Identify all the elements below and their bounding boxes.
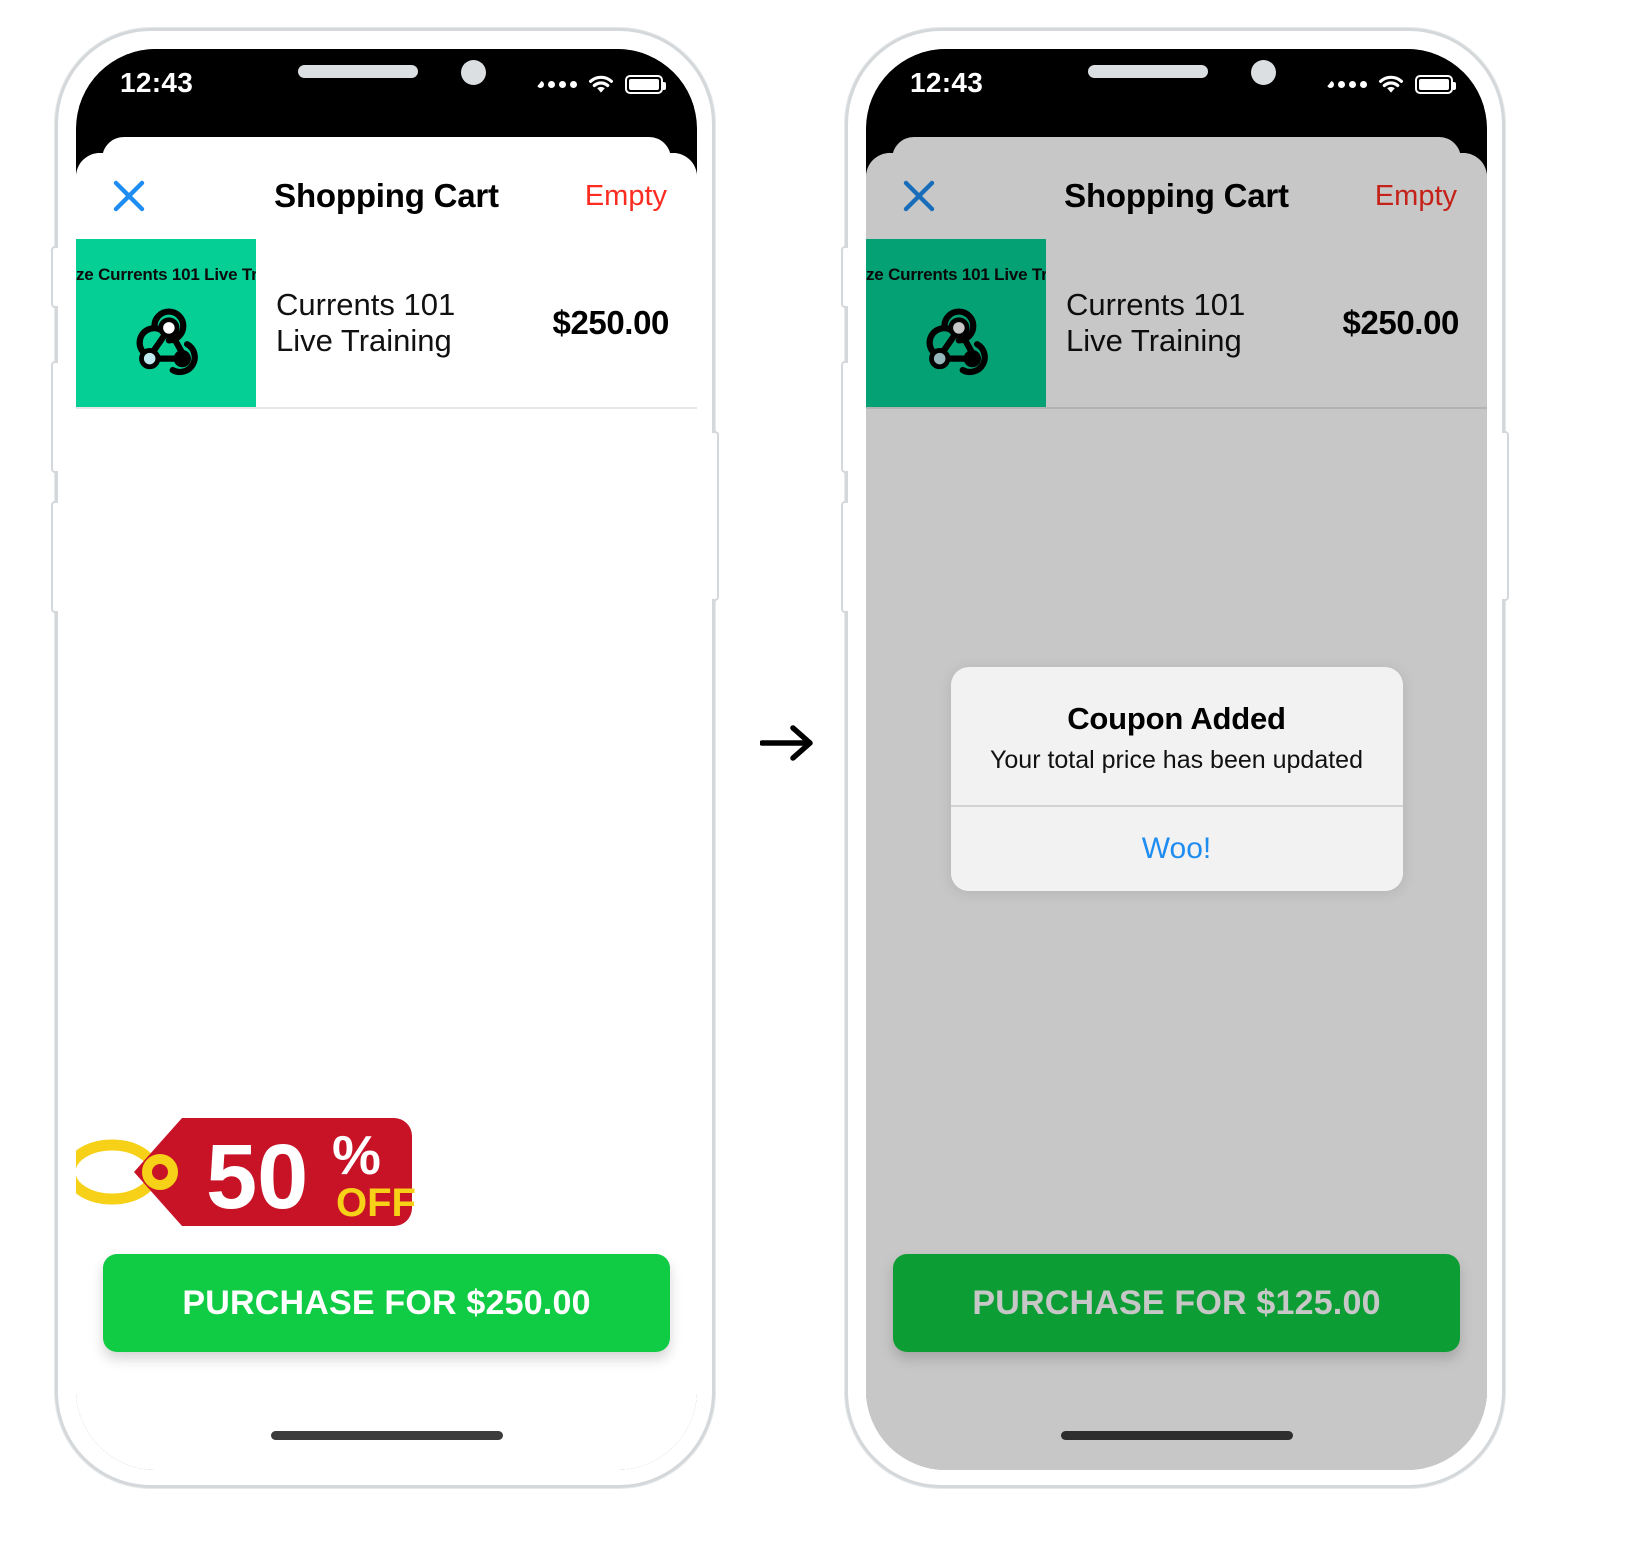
thumbnail-caption: ze Currents 101 Live Traini	[76, 265, 256, 284]
product-price: $250.00	[1342, 304, 1460, 341]
cart-line-item[interactable]: ze Currents 101 Live Traini	[866, 239, 1487, 409]
status-bar-indicators	[1327, 67, 1456, 95]
alert-message: Your total price has been updated	[990, 746, 1363, 774]
empty-cart-button[interactable]: Empty	[1375, 180, 1457, 213]
home-indicator[interactable]	[270, 1431, 503, 1440]
phone-mockup-after: 12:43 Shopping Cart Empty ze Currents 10…	[841, 28, 1509, 1488]
purchase-button[interactable]: PURCHASE FOR $125.00	[893, 1254, 1460, 1352]
promo-percent-symbol: %	[332, 1124, 381, 1186]
shopping-cart-sheet: Shopping Cart Empty ze Currents 101 Live…	[76, 153, 697, 1470]
product-price: $250.00	[552, 304, 670, 341]
product-title-line1: Currents 101	[276, 287, 456, 323]
phone-notch	[1017, 49, 1336, 95]
cart-line-item[interactable]: ze Currents 101 Live Traini	[76, 239, 697, 409]
flow-arrow-badge	[748, 690, 830, 796]
signal-dots-icon	[1327, 80, 1367, 88]
signal-dots-icon	[537, 80, 577, 88]
product-thumbnail: ze Currents 101 Live Traini	[76, 239, 256, 407]
promo-off-label: OFF	[336, 1181, 416, 1225]
product-title-line1: Currents 101	[1066, 287, 1246, 323]
wifi-icon	[589, 75, 613, 93]
alert-confirm-button[interactable]: Woo!	[950, 806, 1403, 891]
cart-body: 50 % OFF PURCHASE FOR $250.00	[76, 409, 697, 1470]
home-indicator[interactable]	[1060, 1431, 1293, 1440]
product-title: Currents 101 Live Training	[256, 239, 543, 407]
phone-screen-after: 12:43 Shopping Cart Empty ze Currents 10…	[866, 49, 1487, 1470]
phone-screen-before: 12:43 Shopping Cart Empty ze Currents 10…	[76, 49, 697, 1470]
coupon-added-alert: Coupon Added Your total price has been u…	[950, 667, 1403, 891]
phone-volume-up-button[interactable]	[51, 361, 58, 473]
node-graph-logo-icon	[926, 308, 988, 376]
cart-navigation-bar: Shopping Cart Empty	[866, 153, 1487, 239]
arrow-right-icon	[760, 725, 813, 761]
cart-body: PURCHASE FOR $125.00	[866, 409, 1487, 1470]
phone-volume-down-button[interactable]	[51, 501, 58, 613]
close-x-icon[interactable]	[106, 173, 152, 219]
status-bar-time: 12:43	[910, 67, 984, 98]
thumbnail-caption: ze Currents 101 Live Traini	[866, 265, 1046, 284]
phone-power-button[interactable]	[712, 431, 719, 601]
alert-header: Coupon Added Your total price has been u…	[951, 667, 1403, 805]
promo-percent-text: 50	[206, 1126, 308, 1228]
empty-cart-button[interactable]: Empty	[585, 180, 667, 213]
earpiece-speaker	[1087, 65, 1208, 78]
front-camera	[1250, 60, 1276, 85]
cart-navigation-bar: Shopping Cart Empty	[76, 153, 697, 239]
purchase-button-container: PURCHASE FOR $250.00	[76, 1254, 697, 1352]
alert-title: Coupon Added	[1067, 701, 1286, 736]
close-x-icon[interactable]	[896, 173, 942, 219]
phone-silent-switch[interactable]	[51, 246, 58, 308]
price-tag-icon: 50 % OFF	[76, 1096, 424, 1248]
phone-notch	[227, 49, 546, 95]
product-title-line2: Live Training	[276, 323, 452, 358]
earpiece-speaker	[297, 65, 418, 78]
product-title-line2: Live Training	[1066, 323, 1242, 358]
wifi-icon	[1379, 75, 1403, 93]
node-graph-logo-icon	[136, 308, 198, 376]
phone-volume-up-button[interactable]	[841, 361, 848, 473]
two-phone-flow-stage: 12:43 Shopping Cart Empty ze Currents 10…	[0, 0, 1644, 1554]
front-camera	[460, 60, 486, 85]
phone-silent-switch[interactable]	[841, 246, 848, 308]
battery-full-icon	[625, 74, 666, 94]
status-bar-time: 12:43	[120, 67, 194, 98]
phone-power-button[interactable]	[1502, 431, 1509, 601]
purchase-button-container: PURCHASE FOR $125.00	[866, 1254, 1487, 1352]
phone-volume-down-button[interactable]	[841, 501, 848, 613]
product-thumbnail: ze Currents 101 Live Traini	[866, 239, 1046, 407]
battery-full-icon	[1415, 74, 1456, 94]
product-title: Currents 101 Live Training	[1046, 239, 1333, 407]
status-bar-indicators	[537, 67, 666, 95]
purchase-button[interactable]: PURCHASE FOR $250.00	[103, 1254, 670, 1352]
phone-mockup-before: 12:43 Shopping Cart Empty ze Currents 10…	[51, 28, 719, 1488]
